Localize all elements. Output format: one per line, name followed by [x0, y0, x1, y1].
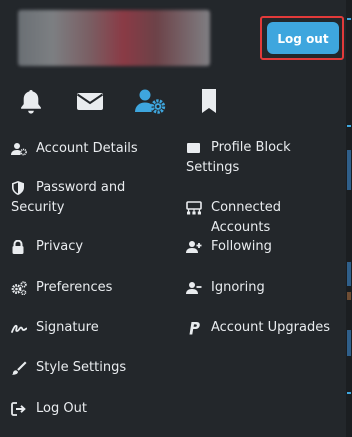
user-plus-icon [186, 240, 202, 254]
menu-header: Log out [0, 0, 346, 76]
bell-icon[interactable] [14, 84, 48, 118]
menu-item-label: Account Details [36, 141, 138, 156]
menu-item-label: Signature [36, 320, 99, 335]
menu-item-label: Password and Security [11, 180, 126, 215]
envelope-icon[interactable] [73, 84, 107, 118]
menu-item-label: Ignoring [211, 280, 265, 295]
menu-item-privacy[interactable]: Privacy [11, 237, 171, 257]
bookmark-icon[interactable] [192, 84, 226, 118]
menu-item-account-upgrades[interactable]: Account Upgrades [186, 318, 344, 338]
sign-out-icon [11, 402, 27, 416]
logout-highlight: Log out [260, 16, 344, 60]
menu-item-preferences[interactable]: Preferences [11, 278, 171, 298]
menu-item-style-settings[interactable]: Style Settings [11, 358, 171, 378]
menu-item-label: Account Upgrades [211, 320, 330, 335]
menu-item-label: Log Out [36, 401, 87, 416]
menu-item-account-details[interactable]: Account Details [11, 139, 171, 159]
menu-item-label: Connected Accounts [211, 200, 282, 235]
menu-item-label: Style Settings [36, 360, 127, 375]
menu-item-label: Preferences [36, 280, 113, 295]
page-edge [346, 0, 352, 437]
user-cog-icon [11, 142, 27, 156]
blurred-user-banner [18, 10, 210, 66]
lock-icon [11, 239, 27, 254]
network-icon [186, 201, 202, 215]
brush-icon [11, 361, 27, 375]
square-icon [186, 141, 202, 155]
menu-item-following[interactable]: Following [186, 237, 336, 257]
menu-item-connected-accounts[interactable]: Connected Accounts [186, 198, 344, 238]
signature-icon [11, 321, 28, 335]
menu-item-label: Profile Block Settings [186, 140, 291, 175]
menu-item-label: Privacy [36, 239, 84, 254]
menu-item-signature[interactable]: Signature [11, 318, 171, 338]
shield-icon [11, 181, 27, 195]
paypal-icon [186, 321, 202, 335]
user-minus-icon [186, 281, 202, 295]
account-menu: Log out Account Details Password and Sec… [0, 0, 346, 437]
menu-item-password-security[interactable]: Password and Security [11, 178, 176, 218]
user-settings-icon[interactable] [132, 84, 166, 118]
cogs-icon [11, 281, 27, 296]
menu-item-log-out[interactable]: Log Out [11, 399, 171, 419]
menu-tabs [0, 84, 346, 120]
menu-item-ignoring[interactable]: Ignoring [186, 278, 336, 298]
menu-item-label: Following [211, 239, 272, 254]
logout-button[interactable]: Log out [267, 22, 339, 54]
menu-item-profile-block-settings[interactable]: Profile Block Settings [186, 138, 326, 178]
